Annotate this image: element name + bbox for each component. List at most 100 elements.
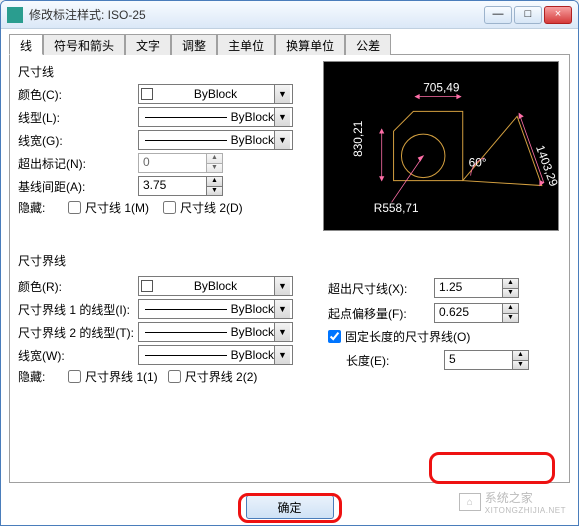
spin-down-icon[interactable]: ▼ <box>503 314 518 323</box>
spin-down-icon[interactable]: ▼ <box>503 289 518 298</box>
close-button[interactable]: × <box>544 6 572 24</box>
extlines-length-label: 长度(E): <box>346 352 438 369</box>
dimlines-group: 尺寸线 颜色(C): ByBlock ▼ 线型(L): ByBlock ▼ <box>18 63 318 216</box>
tab-bar: 线 符号和箭头 文字 调整 主单位 换算单位 公差 <box>9 33 570 55</box>
linetype-preview-icon <box>145 117 227 118</box>
extlines-hide1-checkbox[interactable]: 尺寸界线 1(1) <box>68 368 158 385</box>
dimlines-hide1-label: 尺寸线 1(M) <box>85 199 149 216</box>
client-area: 线 符号和箭头 文字 调整 主单位 换算单位 公差 <box>1 29 578 491</box>
extlines-lt1-label: 尺寸界线 1 的线型(I): <box>18 301 138 318</box>
watermark-url: XITONGZHIJIA.NET <box>485 506 566 515</box>
dimlines-baseline-spinner[interactable]: 3.75 ▲▼ <box>138 176 223 196</box>
checkbox-input[interactable] <box>163 201 176 214</box>
dimlines-baseline-label: 基线间距(A): <box>18 178 138 195</box>
checkbox-input[interactable] <box>168 370 181 383</box>
titlebar[interactable]: 修改标注样式: ISO-25 — □ × <box>1 1 578 29</box>
extlines-title: 尺寸界线 <box>18 252 561 269</box>
tab-text[interactable]: 文字 <box>125 34 171 55</box>
extlines-beyond-spinner[interactable]: 1.25 ▲▼ <box>434 278 519 298</box>
spin-up-icon[interactable]: ▲ <box>503 304 518 314</box>
dimlines-hide2-label: 尺寸线 2(D) <box>180 199 243 216</box>
spin-up-icon[interactable]: ▲ <box>207 177 222 187</box>
extlines-length-spinner[interactable]: 5 ▲▼ <box>444 350 529 370</box>
extlines-fixed-label: 固定长度的尺寸界线(O) <box>345 328 470 345</box>
dimlines-linetype-value: ByBlock <box>231 110 274 124</box>
checkbox-input[interactable] <box>68 370 81 383</box>
minimize-button[interactable]: — <box>484 6 512 24</box>
chevron-down-icon[interactable]: ▼ <box>274 277 290 295</box>
dimlines-color-label: 颜色(C): <box>18 86 138 103</box>
spin-up-icon[interactable]: ▲ <box>503 279 518 289</box>
spin-up-icon[interactable]: ▲ <box>513 351 528 361</box>
ok-button[interactable]: 确定 <box>246 495 334 519</box>
spin-down-icon[interactable]: ▼ <box>207 187 222 196</box>
extlines-hide-label: 隐藏: <box>18 368 68 385</box>
checkbox-input[interactable] <box>328 330 341 343</box>
chevron-down-icon[interactable]: ▼ <box>274 346 290 364</box>
tab-panel: 705,49 830,21 1403,29 R558,71 60° 尺寸线 颜色… <box>9 55 570 483</box>
dimlines-extend-label: 超出标记(N): <box>18 155 138 172</box>
window-title: 修改标注样式: ISO-25 <box>29 6 484 23</box>
extlines-beyond-label: 超出尺寸线(X): <box>328 280 428 297</box>
extlines-offset-value[interactable]: 0.625 <box>435 304 502 322</box>
dimlines-lineweight-value: ByBlock <box>231 133 274 147</box>
color-swatch-icon <box>141 88 153 100</box>
dimlines-lineweight-combo[interactable]: ByBlock ▼ <box>138 130 293 150</box>
tab-symbols-arrows[interactable]: 符号和箭头 <box>43 34 125 55</box>
extlines-hide1-label: 尺寸界线 1(1) <box>85 368 158 385</box>
spin-down-icon[interactable]: ▼ <box>513 361 528 370</box>
extlines-color-label: 颜色(R): <box>18 278 138 295</box>
color-swatch-icon <box>141 280 153 292</box>
tab-primary-units[interactable]: 主单位 <box>217 34 275 55</box>
linetype-preview-icon <box>145 332 227 333</box>
chevron-down-icon[interactable]: ▼ <box>274 300 290 318</box>
dimlines-linetype-combo[interactable]: ByBlock ▼ <box>138 107 293 127</box>
highlight-ring-length <box>429 452 555 484</box>
extlines-fixed-checkbox[interactable]: 固定长度的尺寸界线(O) <box>328 328 470 345</box>
chevron-down-icon[interactable]: ▼ <box>274 85 290 103</box>
dimlines-linetype-label: 线型(L): <box>18 109 138 126</box>
spin-up-icon[interactable]: ▲ <box>207 154 222 164</box>
extlines-lt1-value: ByBlock <box>231 302 274 316</box>
maximize-button[interactable]: □ <box>514 6 542 24</box>
tab-fit[interactable]: 调整 <box>171 34 217 55</box>
extlines-offset-label: 起点偏移量(F): <box>328 305 428 322</box>
dimlines-hide-label: 隐藏: <box>18 199 68 216</box>
extlines-lt2-value: ByBlock <box>231 325 274 339</box>
tab-alternate-units[interactable]: 换算单位 <box>275 34 345 55</box>
extlines-color-value: ByBlock <box>157 279 274 293</box>
preview-dim-right: 1403,29 <box>533 143 558 188</box>
dimlines-baseline-value[interactable]: 3.75 <box>139 177 206 195</box>
preview-dim-top: 705,49 <box>423 81 460 95</box>
extlines-hide2-label: 尺寸界线 2(2) <box>185 368 258 385</box>
extlines-lt2-combo[interactable]: ByBlock ▼ <box>138 322 293 342</box>
extlines-beyond-value[interactable]: 1.25 <box>435 279 502 297</box>
extlines-lt2-label: 尺寸界线 2 的线型(T): <box>18 324 138 341</box>
extlines-hide2-checkbox[interactable]: 尺寸界线 2(2) <box>168 368 258 385</box>
extlines-offset-spinner[interactable]: 0.625 ▲▼ <box>434 303 519 323</box>
dimlines-title: 尺寸线 <box>18 63 318 80</box>
spin-down-icon[interactable]: ▼ <box>207 164 222 173</box>
extlines-length-value[interactable]: 5 <box>445 351 512 369</box>
chevron-down-icon[interactable]: ▼ <box>274 108 290 126</box>
extlines-color-combo[interactable]: ByBlock ▼ <box>138 276 293 296</box>
dimlines-color-combo[interactable]: ByBlock ▼ <box>138 84 293 104</box>
lineweight-preview-icon <box>145 140 227 141</box>
tab-lines[interactable]: 线 <box>9 34 43 55</box>
chevron-down-icon[interactable]: ▼ <box>274 131 290 149</box>
linetype-preview-icon <box>145 309 227 310</box>
extlines-lt1-combo[interactable]: ByBlock ▼ <box>138 299 293 319</box>
tab-tolerances[interactable]: 公差 <box>345 34 391 55</box>
preview-dim-left: 830,21 <box>351 120 365 157</box>
watermark-logo-icon: ⌂ <box>459 493 481 511</box>
extlines-group: 尺寸界线 颜色(R): ByBlock ▼ 尺寸界线 1 的线型( <box>18 252 561 388</box>
dimlines-extend-value[interactable]: 0 <box>139 154 206 172</box>
dimlines-extend-spinner[interactable]: 0 ▲▼ <box>138 153 223 173</box>
dimlines-hide2-checkbox[interactable]: 尺寸线 2(D) <box>163 199 243 216</box>
dimlines-lineweight-label: 线宽(G): <box>18 132 138 149</box>
chevron-down-icon[interactable]: ▼ <box>274 323 290 341</box>
checkbox-input[interactable] <box>68 201 81 214</box>
dimlines-hide1-checkbox[interactable]: 尺寸线 1(M) <box>68 199 149 216</box>
dialog-window: 修改标注样式: ISO-25 — □ × 线 符号和箭头 文字 调整 主单位 换… <box>0 0 579 526</box>
extlines-lineweight-combo[interactable]: ByBlock ▼ <box>138 345 293 365</box>
